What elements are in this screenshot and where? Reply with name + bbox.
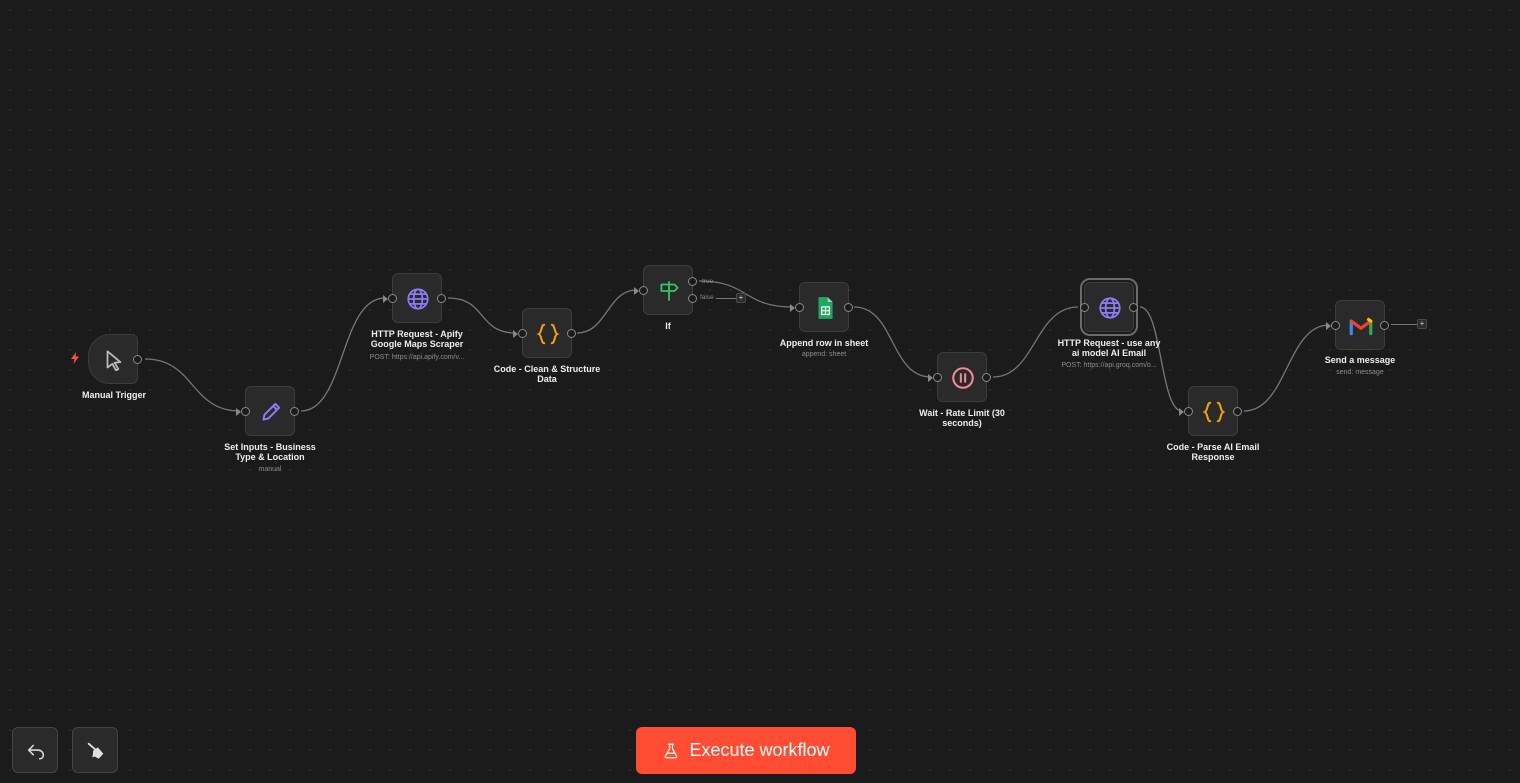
output-handle[interactable] [844, 303, 853, 312]
node-subtitle: manual [258, 466, 282, 473]
tidy-up-button[interactable] [72, 727, 118, 773]
bolt-icon [71, 352, 79, 364]
input-handle[interactable] [388, 294, 397, 303]
node-code-parse[interactable] [1179, 386, 1242, 436]
braces-icon [1202, 401, 1226, 423]
node-append-row[interactable] [790, 282, 853, 332]
branch-true-label: true [702, 278, 714, 285]
node-label: If [665, 321, 671, 331]
node-if[interactable] [634, 265, 697, 315]
output-handle[interactable] [1233, 407, 1242, 416]
node-label: Code - Parse AI Email Response [1166, 442, 1260, 462]
output-handle[interactable] [982, 373, 991, 382]
pause-icon [952, 367, 974, 389]
node-subtitle: append: sheet [801, 351, 847, 358]
gmail-icon [1349, 317, 1373, 336]
connection-http-code2 [1139, 306, 1183, 412]
node-label: HTTP Request - Apify Google Maps Scraper [370, 329, 464, 349]
execute-workflow-label: Execute workflow [689, 740, 830, 760]
cursor-icon [106, 350, 122, 372]
output-handle[interactable] [290, 407, 299, 416]
output-handle[interactable] [437, 294, 446, 303]
node-subtitle: POST: https://api.groq.com/o... [1061, 362, 1157, 369]
input-handle[interactable] [1331, 321, 1340, 330]
connection-trigger-set [144, 358, 241, 412]
node-label: Set Inputs - Business Type & Location [224, 442, 316, 462]
node-set-inputs[interactable] [236, 386, 299, 436]
connections [144, 280, 1330, 412]
node-code-clean[interactable] [513, 308, 576, 358]
input-handle[interactable] [1080, 303, 1089, 312]
globe-icon [407, 288, 429, 310]
pencil-icon [262, 402, 281, 421]
end-line [1391, 324, 1417, 325]
node-subtitle: POST: https://api.apify.com/v... [369, 354, 465, 361]
node-http-apify[interactable] [383, 273, 446, 323]
input-handle[interactable] [518, 329, 527, 338]
workflow-canvas[interactable]: Manual Trigger Set Inputs - Business Typ… [0, 0, 1520, 783]
output-handle[interactable] [133, 355, 142, 364]
node-http-ai[interactable] [1080, 278, 1138, 336]
node-label: Append row in sheet [779, 338, 869, 348]
input-handle[interactable] [241, 407, 250, 416]
output-handle[interactable] [1380, 321, 1389, 330]
flask-icon [665, 743, 678, 758]
undo-icon [27, 744, 45, 760]
add-node-false-button[interactable]: + [736, 293, 746, 303]
globe-icon [1099, 297, 1121, 319]
braces-icon [536, 323, 560, 345]
input-handle[interactable] [1184, 407, 1193, 416]
output-handle-false[interactable] [688, 294, 697, 303]
false-branch-line [716, 298, 736, 299]
add-node-end-button[interactable]: + [1417, 319, 1427, 329]
output-handle[interactable] [567, 329, 576, 338]
output-handle-true[interactable] [688, 277, 697, 286]
connection-http-code [447, 297, 517, 334]
input-handle[interactable] [639, 286, 648, 295]
node-label: Wait - Rate Limit (30 seconds) [919, 408, 1005, 428]
node-label: Manual Trigger [81, 390, 146, 400]
signpost-icon [660, 281, 679, 301]
sheets-icon [818, 297, 833, 319]
node-manual-trigger[interactable] [88, 334, 142, 384]
undo-button[interactable] [12, 727, 58, 773]
branch-false-label: false [700, 294, 714, 301]
output-handle[interactable] [1129, 303, 1138, 312]
input-handle[interactable] [933, 373, 942, 382]
node-wait[interactable] [928, 352, 991, 402]
broom-icon [87, 742, 104, 759]
node-subtitle: send: message [1336, 369, 1384, 376]
node-label: Code - Clean & Structure Data [493, 364, 601, 384]
node-label: Send a message [1324, 355, 1396, 365]
node-send-message[interactable] [1326, 300, 1389, 350]
input-handle[interactable] [795, 303, 804, 312]
execute-workflow-button[interactable]: Execute workflow [636, 727, 856, 774]
node-label: HTTP Request - use any ai model AI Email [1057, 338, 1161, 358]
